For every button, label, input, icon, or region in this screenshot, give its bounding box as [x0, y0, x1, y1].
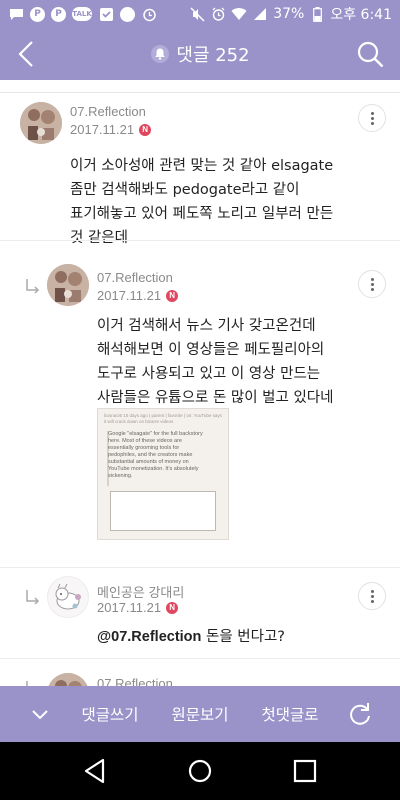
comment-date-text: 2017.11.21 — [97, 288, 162, 303]
comment-date-text: 2017.11.21 — [97, 600, 162, 615]
view-original-button[interactable]: 원문보기 — [160, 686, 240, 742]
comment-text: 이거 검색해서 뉴스 기사 갖고온건데 해석해보면 이 영상들은 페도필리아의 … — [97, 318, 334, 406]
refresh-icon — [350, 703, 370, 725]
alarm-clock-icon — [210, 6, 226, 22]
attached-image-text: Google "elsagate" for the full backstory… — [108, 431, 203, 479]
avatar[interactable] — [47, 673, 89, 686]
messages-icon — [8, 6, 24, 22]
more-options-button[interactable] — [358, 270, 386, 298]
more-vertical-icon — [370, 277, 374, 292]
comment-author[interactable]: 07.Reflection — [97, 676, 173, 686]
nav-recents-button[interactable] — [288, 754, 322, 788]
comment-author[interactable]: 메인공은 강대리 — [97, 582, 184, 601]
mention-link[interactable]: @07.Reflection — [97, 629, 201, 645]
search-icon — [357, 41, 384, 68]
recents-square-icon — [293, 759, 317, 783]
first-comment-button[interactable]: 첫댓글로 — [250, 686, 330, 742]
reply-arrow-icon — [26, 590, 40, 605]
comment-item: 07.Reflection — [0, 660, 400, 686]
comment-author[interactable]: 07.Reflection — [70, 104, 146, 119]
app-header: 댓글 252 — [0, 28, 400, 80]
notification-circle-icon — [120, 6, 135, 22]
mute-icon — [189, 6, 205, 22]
check-icon — [98, 6, 114, 22]
comment-date: 2017.11.21 N — [70, 122, 152, 137]
divider — [0, 658, 400, 659]
divider — [0, 240, 400, 241]
more-options-button[interactable] — [358, 582, 386, 610]
refresh-button[interactable] — [340, 686, 380, 742]
comment-author[interactable]: 07.Reflection — [97, 270, 173, 285]
comment-text: 이거 소아성애 관련 맞는 것 같아 elsagate 좀만 검색해봐도 ped… — [70, 158, 334, 246]
new-badge: N — [139, 123, 152, 136]
pinterest-icon: P — [30, 6, 45, 22]
divider — [0, 92, 400, 93]
wifi-icon — [231, 6, 247, 22]
system-nav-bar — [0, 742, 400, 800]
divider — [0, 567, 400, 568]
attached-image-textbox — [110, 491, 216, 531]
avatar[interactable] — [20, 102, 62, 144]
nav-home-button[interactable] — [183, 754, 217, 788]
comment-text-body: 돈을 번다고? — [201, 629, 286, 645]
more-options-button[interactable] — [358, 104, 386, 132]
reply-arrow-icon — [26, 279, 40, 294]
page-title: 댓글 252 — [176, 45, 250, 66]
pinterest-icon-2: P — [51, 6, 66, 22]
status-bar: P P TALK 37% 오후 6:41 — [0, 0, 400, 28]
comment-item: 07.Reflection 2017.11.21 N 이거 검색해서 뉴스 기사… — [0, 242, 400, 567]
collapse-button[interactable] — [22, 686, 58, 742]
comment-date-text: 2017.11.21 — [70, 122, 135, 137]
alarm-icon — [141, 6, 157, 22]
home-circle-icon — [188, 759, 212, 783]
comment-list[interactable]: 07.Reflection 2017.11.21 N 이거 소아성애 관련 맞는… — [0, 80, 400, 686]
clock: 오후 6:41 — [330, 7, 392, 23]
avatar[interactable] — [47, 576, 89, 618]
comment-item: 메인공은 강대리 2017.11.21 N @07.Reflection 돈을 … — [0, 569, 400, 659]
attached-image[interactable]: bosnaci6 10 days ago | parent | favorite… — [97, 408, 229, 540]
back-triangle-icon — [84, 758, 105, 784]
bell-icon[interactable] — [150, 44, 170, 64]
more-vertical-icon — [370, 589, 374, 604]
avatar[interactable] — [47, 264, 89, 306]
new-badge: N — [166, 289, 179, 302]
comment-date: 2017.11.21 N — [97, 288, 179, 303]
comment-date: 2017.11.21 N — [97, 600, 179, 615]
search-button[interactable] — [352, 36, 388, 72]
battery-percent: 37% — [273, 6, 305, 22]
more-vertical-icon — [370, 111, 374, 126]
bottom-toolbar: 댓글쓰기 원문보기 첫댓글로 — [0, 686, 400, 742]
kakaotalk-icon: TALK — [72, 7, 92, 21]
new-badge: N — [166, 601, 179, 614]
comment-text: @07.Reflection 돈을 번다고? — [97, 625, 397, 649]
header-title-group: 댓글 252 — [0, 28, 400, 80]
battery-icon — [309, 6, 325, 22]
write-comment-button[interactable]: 댓글쓰기 — [70, 686, 150, 742]
nav-back-button[interactable] — [78, 754, 112, 788]
attached-image-header: bosnaci6 10 days ago | parent | favorite… — [104, 413, 222, 424]
chevron-down-icon — [32, 710, 48, 720]
signal-icon — [252, 6, 268, 22]
